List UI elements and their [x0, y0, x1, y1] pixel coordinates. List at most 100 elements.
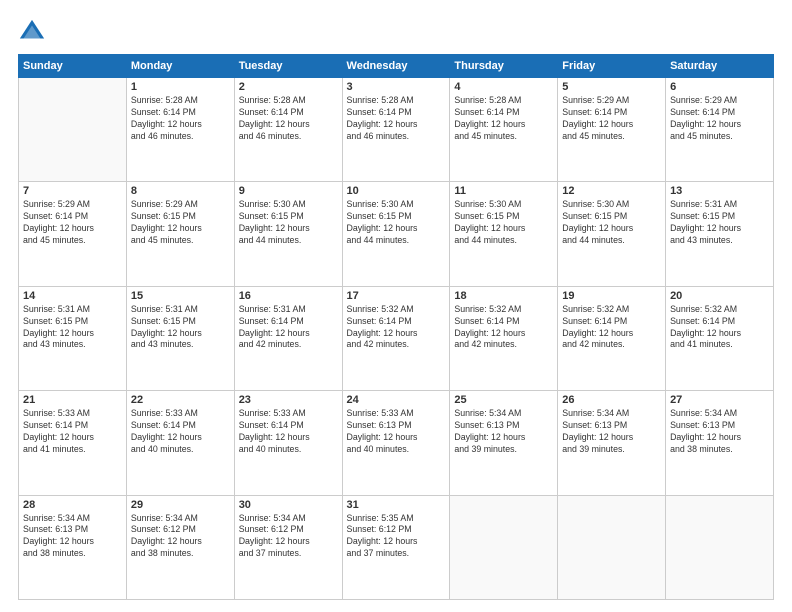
calendar-header-monday: Monday: [126, 55, 234, 78]
cell-info: Sunrise: 5:29 AM Sunset: 6:15 PM Dayligh…: [131, 199, 230, 247]
calendar-cell: 27 Sunrise: 5:34 AM Sunset: 6:13 PM Dayli…: [666, 391, 774, 495]
cell-info: Sunrise: 5:33 AM Sunset: 6:13 PM Dayligh…: [347, 408, 446, 456]
calendar-cell: 13 Sunrise: 5:31 AM Sunset: 6:15 PM Dayli…: [666, 182, 774, 286]
cell-info: Sunrise: 5:32 AM Sunset: 6:14 PM Dayligh…: [454, 304, 553, 352]
cell-info: Sunrise: 5:31 AM Sunset: 6:15 PM Dayligh…: [131, 304, 230, 352]
calendar-cell: 1 Sunrise: 5:28 AM Sunset: 6:14 PM Daylig…: [126, 78, 234, 182]
cell-day-number: 27: [670, 394, 769, 406]
cell-info: Sunrise: 5:29 AM Sunset: 6:14 PM Dayligh…: [23, 199, 122, 247]
cell-day-number: 25: [454, 394, 553, 406]
calendar-cell: 25 Sunrise: 5:34 AM Sunset: 6:13 PM Dayli…: [450, 391, 558, 495]
calendar-cell: 11 Sunrise: 5:30 AM Sunset: 6:15 PM Dayli…: [450, 182, 558, 286]
cell-day-number: 2: [239, 81, 338, 93]
cell-info: Sunrise: 5:32 AM Sunset: 6:14 PM Dayligh…: [347, 304, 446, 352]
calendar-cell: [19, 78, 127, 182]
calendar-cell: 12 Sunrise: 5:30 AM Sunset: 6:15 PM Dayli…: [558, 182, 666, 286]
calendar-cell: 19 Sunrise: 5:32 AM Sunset: 6:14 PM Dayli…: [558, 286, 666, 390]
cell-day-number: 8: [131, 185, 230, 197]
calendar-cell: 23Sunrise: 5:33 AM Sunset: 6:14 PM Dayli…: [234, 391, 342, 495]
cell-info: Sunrise: 5:28 AM Sunset: 6:14 PM Dayligh…: [239, 95, 338, 143]
cell-day-number: 31: [347, 499, 446, 511]
cell-info: Sunrise: 5:31 AM Sunset: 6:15 PM Dayligh…: [23, 304, 122, 352]
calendar-cell: 9 Sunrise: 5:30 AM Sunset: 6:15 PM Daylig…: [234, 182, 342, 286]
cell-day-number: 28: [23, 499, 122, 511]
calendar-week-row: 14 Sunrise: 5:31 AM Sunset: 6:15 PM Dayli…: [19, 286, 774, 390]
calendar-week-row: 7Sunrise: 5:29 AM Sunset: 6:14 PM Daylig…: [19, 182, 774, 286]
cell-info: Sunrise: 5:34 AM Sunset: 6:13 PM Dayligh…: [23, 513, 122, 561]
calendar-cell: [666, 495, 774, 599]
cell-day-number: 15: [131, 290, 230, 302]
calendar-cell: 31 Sunrise: 5:35 AM Sunset: 6:12 PM Dayli…: [342, 495, 450, 599]
calendar-cell: 21 Sunrise: 5:33 AM Sunset: 6:14 PM Dayli…: [19, 391, 127, 495]
cell-day-number: 29: [131, 499, 230, 511]
calendar-cell: [450, 495, 558, 599]
cell-day-number: 24: [347, 394, 446, 406]
cell-info: Sunrise: 5:34 AM Sunset: 6:12 PM Dayligh…: [131, 513, 230, 561]
cell-info: Sunrise: 5:31 AM Sunset: 6:14 PM Dayligh…: [239, 304, 338, 352]
cell-info: Sunrise: 5:33 AM Sunset: 6:14 PM Dayligh…: [23, 408, 122, 456]
calendar-header-sunday: Sunday: [19, 55, 127, 78]
cell-info: Sunrise: 5:29 AM Sunset: 6:14 PM Dayligh…: [562, 95, 661, 143]
calendar-week-row: 28 Sunrise: 5:34 AM Sunset: 6:13 PM Dayli…: [19, 495, 774, 599]
calendar-cell: 24 Sunrise: 5:33 AM Sunset: 6:13 PM Dayli…: [342, 391, 450, 495]
cell-day-number: 11: [454, 185, 553, 197]
cell-day-number: 30: [239, 499, 338, 511]
cell-info: Sunrise: 5:34 AM Sunset: 6:13 PM Dayligh…: [670, 408, 769, 456]
cell-info: Sunrise: 5:34 AM Sunset: 6:13 PM Dayligh…: [562, 408, 661, 456]
calendar-cell: 14 Sunrise: 5:31 AM Sunset: 6:15 PM Dayli…: [19, 286, 127, 390]
cell-info: Sunrise: 5:32 AM Sunset: 6:14 PM Dayligh…: [670, 304, 769, 352]
page-header: [18, 18, 774, 46]
cell-day-number: 17: [347, 290, 446, 302]
cell-day-number: 16: [239, 290, 338, 302]
calendar-cell: 17 Sunrise: 5:32 AM Sunset: 6:14 PM Dayli…: [342, 286, 450, 390]
cell-day-number: 14: [23, 290, 122, 302]
cell-info: Sunrise: 5:28 AM Sunset: 6:14 PM Dayligh…: [454, 95, 553, 143]
calendar-cell: 18 Sunrise: 5:32 AM Sunset: 6:14 PM Dayli…: [450, 286, 558, 390]
cell-day-number: 21: [23, 394, 122, 406]
calendar-cell: 2 Sunrise: 5:28 AM Sunset: 6:14 PM Daylig…: [234, 78, 342, 182]
cell-day-number: 22: [131, 394, 230, 406]
calendar-cell: 15 Sunrise: 5:31 AM Sunset: 6:15 PM Dayli…: [126, 286, 234, 390]
calendar-header-saturday: Saturday: [666, 55, 774, 78]
calendar-cell: 16 Sunrise: 5:31 AM Sunset: 6:14 PM Dayli…: [234, 286, 342, 390]
calendar-cell: 30 Sunrise: 5:34 AM Sunset: 6:12 PM Dayli…: [234, 495, 342, 599]
calendar-cell: 22 Sunrise: 5:33 AM Sunset: 6:14 PM Dayli…: [126, 391, 234, 495]
cell-info: Sunrise: 5:28 AM Sunset: 6:14 PM Dayligh…: [347, 95, 446, 143]
cell-day-number: 26: [562, 394, 661, 406]
cell-day-number: 1: [131, 81, 230, 93]
cell-info: Sunrise: 5:33 AM Sunset: 6:14 PM Dayligh…: [239, 408, 338, 456]
cell-info: Sunrise: 5:34 AM Sunset: 6:12 PM Dayligh…: [239, 513, 338, 561]
calendar-cell: 7Sunrise: 5:29 AM Sunset: 6:14 PM Daylig…: [19, 182, 127, 286]
calendar-cell: 20Sunrise: 5:32 AM Sunset: 6:14 PM Dayli…: [666, 286, 774, 390]
calendar-cell: 4Sunrise: 5:28 AM Sunset: 6:14 PM Daylig…: [450, 78, 558, 182]
calendar-week-row: 1 Sunrise: 5:28 AM Sunset: 6:14 PM Daylig…: [19, 78, 774, 182]
cell-info: Sunrise: 5:35 AM Sunset: 6:12 PM Dayligh…: [347, 513, 446, 561]
cell-info: Sunrise: 5:34 AM Sunset: 6:13 PM Dayligh…: [454, 408, 553, 456]
cell-day-number: 5: [562, 81, 661, 93]
calendar-table: SundayMondayTuesdayWednesdayThursdayFrid…: [18, 54, 774, 600]
cell-day-number: 3: [347, 81, 446, 93]
cell-info: Sunrise: 5:28 AM Sunset: 6:14 PM Dayligh…: [131, 95, 230, 143]
calendar-cell: 8 Sunrise: 5:29 AM Sunset: 6:15 PM Daylig…: [126, 182, 234, 286]
cell-info: Sunrise: 5:30 AM Sunset: 6:15 PM Dayligh…: [454, 199, 553, 247]
cell-info: Sunrise: 5:30 AM Sunset: 6:15 PM Dayligh…: [562, 199, 661, 247]
cell-day-number: 9: [239, 185, 338, 197]
cell-day-number: 12: [562, 185, 661, 197]
cell-day-number: 13: [670, 185, 769, 197]
calendar-header-row: SundayMondayTuesdayWednesdayThursdayFrid…: [19, 55, 774, 78]
calendar-cell: 10 Sunrise: 5:30 AM Sunset: 6:15 PM Dayli…: [342, 182, 450, 286]
cell-day-number: 19: [562, 290, 661, 302]
calendar-week-row: 21 Sunrise: 5:33 AM Sunset: 6:14 PM Dayli…: [19, 391, 774, 495]
cell-info: Sunrise: 5:31 AM Sunset: 6:15 PM Dayligh…: [670, 199, 769, 247]
calendar-header-thursday: Thursday: [450, 55, 558, 78]
cell-info: Sunrise: 5:33 AM Sunset: 6:14 PM Dayligh…: [131, 408, 230, 456]
cell-day-number: 10: [347, 185, 446, 197]
cell-info: Sunrise: 5:30 AM Sunset: 6:15 PM Dayligh…: [347, 199, 446, 247]
calendar-cell: 3 Sunrise: 5:28 AM Sunset: 6:14 PM Daylig…: [342, 78, 450, 182]
cell-info: Sunrise: 5:32 AM Sunset: 6:14 PM Dayligh…: [562, 304, 661, 352]
calendar-cell: [558, 495, 666, 599]
cell-day-number: 18: [454, 290, 553, 302]
cell-info: Sunrise: 5:30 AM Sunset: 6:15 PM Dayligh…: [239, 199, 338, 247]
calendar-cell: 29 Sunrise: 5:34 AM Sunset: 6:12 PM Dayli…: [126, 495, 234, 599]
calendar-header-friday: Friday: [558, 55, 666, 78]
